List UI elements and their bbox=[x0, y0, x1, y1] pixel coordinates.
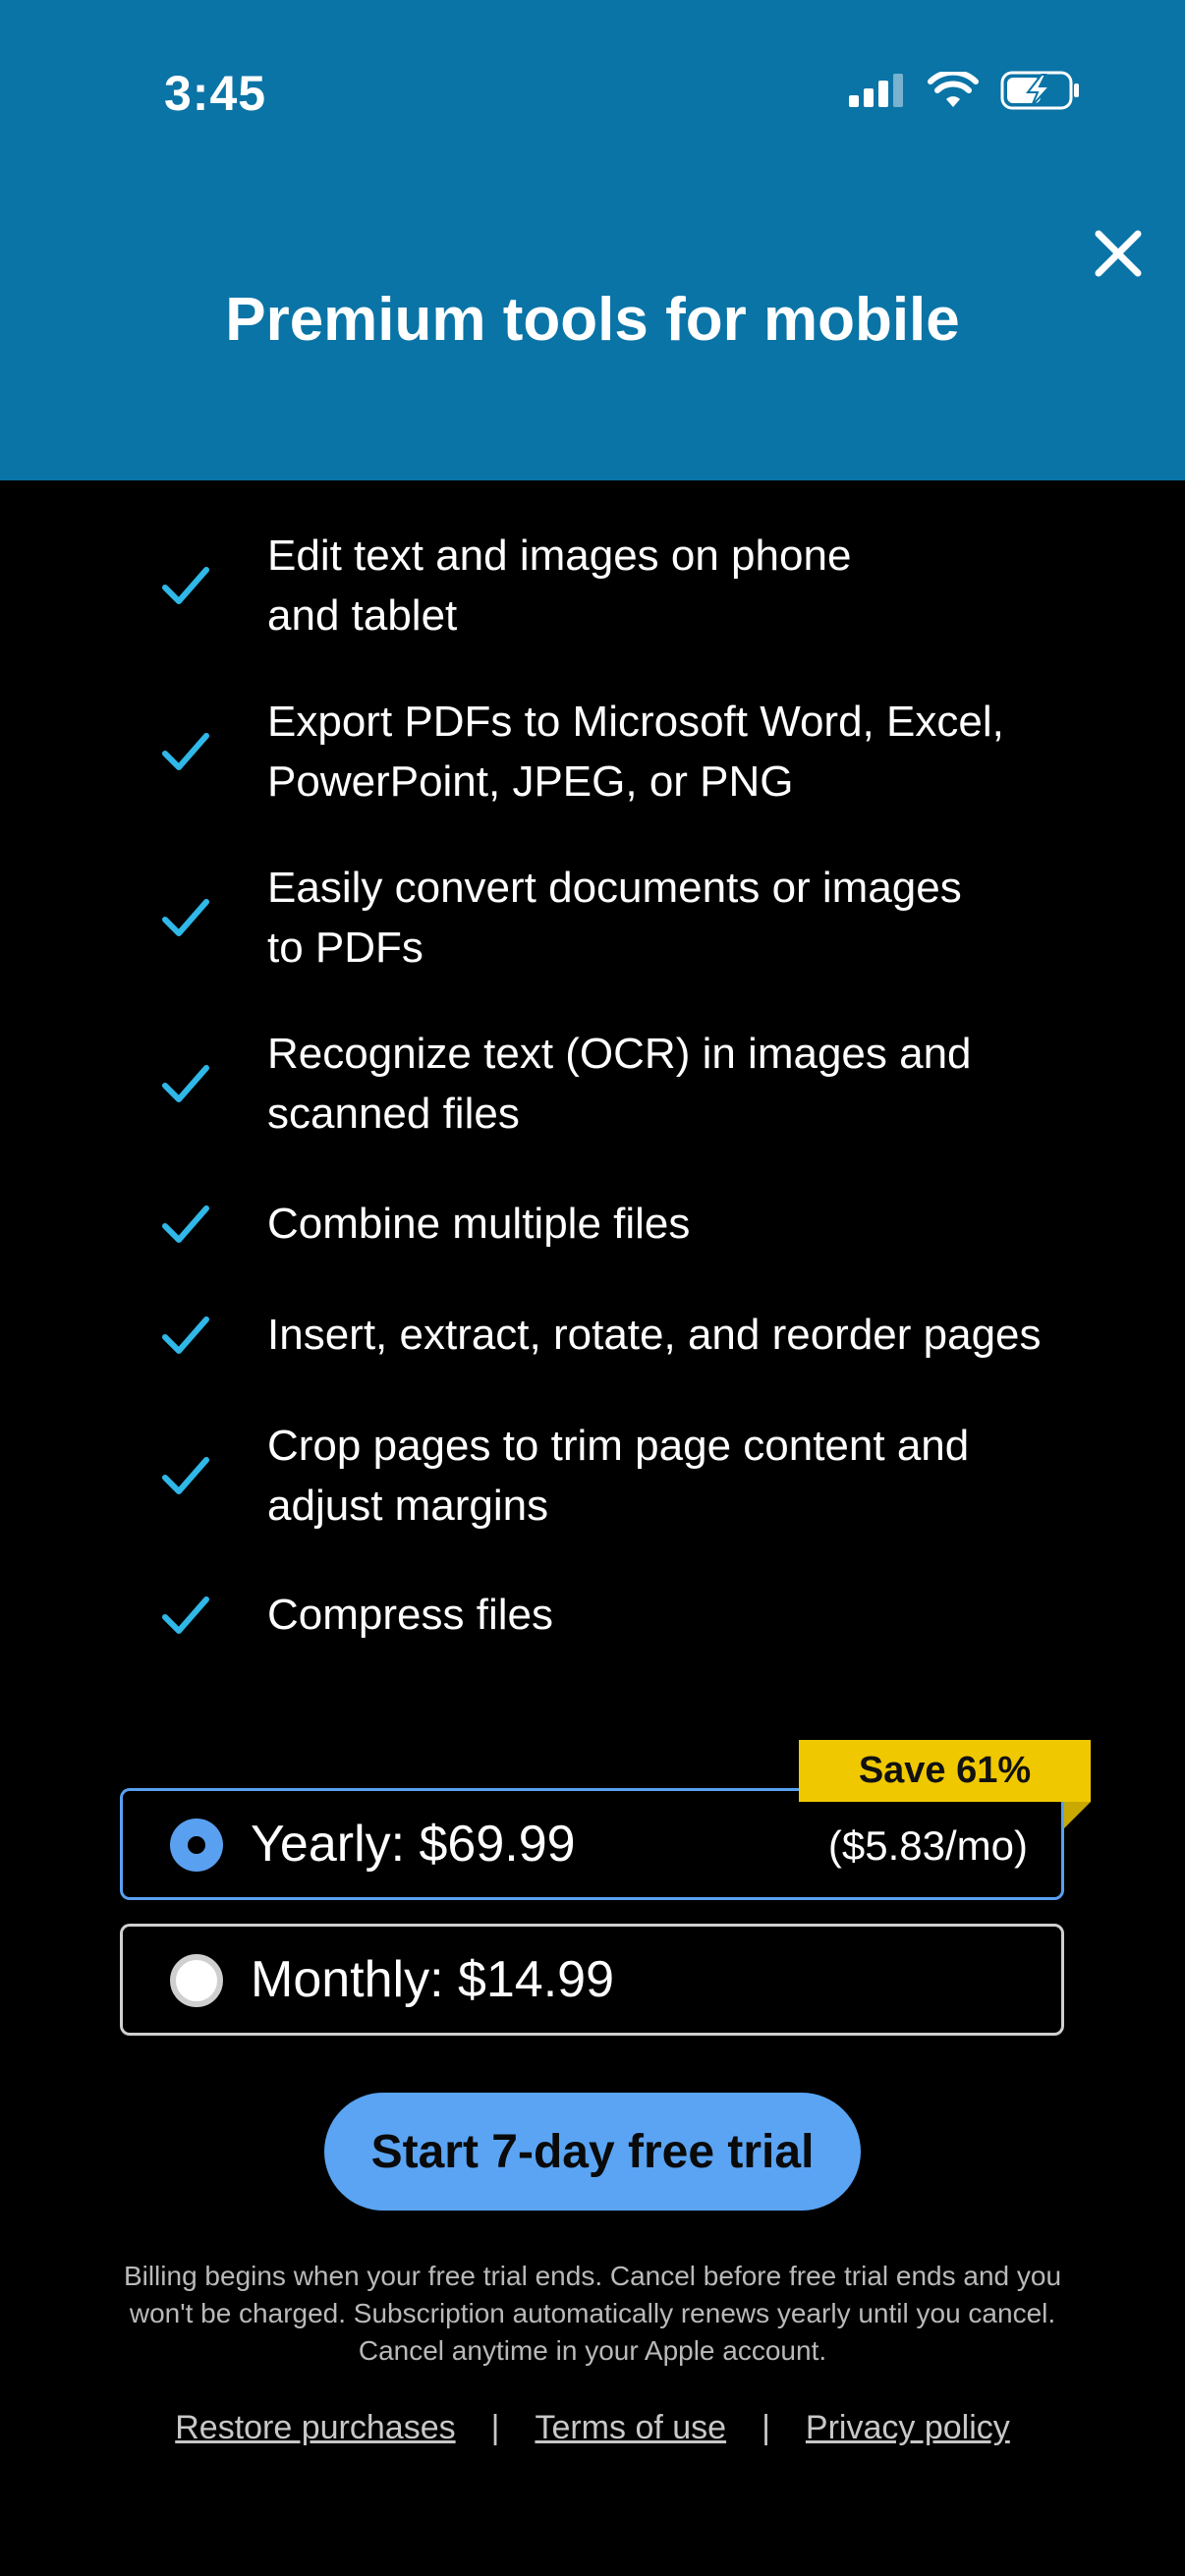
checkmark-icon bbox=[162, 1316, 209, 1354]
feature-line: scanned files bbox=[267, 1090, 520, 1138]
checkmark-icon bbox=[162, 733, 209, 770]
feature-line: Edit text and images on phone bbox=[267, 532, 852, 580]
plan-option-monthly[interactable]: Monthly: $14.99 bbox=[120, 1924, 1064, 2036]
list-item: Insert, extract, rotate, and reorder pag… bbox=[157, 1305, 1061, 1365]
legal-text: Billing begins when your free trial ends… bbox=[118, 2258, 1067, 2370]
list-item: Combine multiple files bbox=[157, 1194, 1061, 1254]
feature-line: adjust margins bbox=[267, 1482, 549, 1530]
checkmark-icon bbox=[162, 567, 209, 604]
checkmark-icon bbox=[162, 1457, 209, 1494]
checkmark-icon bbox=[162, 1596, 209, 1634]
plan-monthly-equivalent: ($5.83/mo) bbox=[827, 1822, 1028, 1869]
feature-line: Export PDFs to Microsoft Word, Excel, bbox=[267, 698, 1004, 746]
terms-of-use-link[interactable]: Terms of use bbox=[535, 2409, 726, 2447]
feature-line: Easily convert documents or images bbox=[267, 864, 962, 912]
list-item: Easily convert documents or images to PDF… bbox=[157, 858, 1061, 978]
legal-line: won't be charged. Subscription automatic… bbox=[129, 2298, 1056, 2328]
feature-line: PowerPoint, JPEG, or PNG bbox=[267, 757, 794, 806]
close-icon bbox=[1095, 230, 1142, 277]
feature-line: Insert, extract, rotate, and reorder pag… bbox=[267, 1311, 1042, 1359]
feature-line: Recognize text (OCR) in images and bbox=[267, 1030, 972, 1078]
feature-line: and tablet bbox=[267, 591, 458, 640]
list-item: Export PDFs to Microsoft Word, Excel, Pow… bbox=[157, 692, 1061, 812]
restore-purchases-link[interactable]: Restore purchases bbox=[175, 2409, 455, 2447]
list-item: Compress files bbox=[157, 1585, 1061, 1645]
page-title: Premium tools for mobile bbox=[225, 286, 960, 354]
checkmark-icon bbox=[162, 1204, 209, 1243]
battery-charging-icon bbox=[1000, 71, 1079, 110]
link-separator: | bbox=[490, 2409, 500, 2446]
feature-line: to PDFs bbox=[267, 924, 423, 972]
feature-line: Crop pages to trim page content and bbox=[267, 1422, 970, 1470]
plan-label: Yearly: $69.99 bbox=[251, 1816, 576, 1873]
list-item: Recognize text (OCR) in images and scanne… bbox=[157, 1024, 1061, 1144]
badge-fold bbox=[1064, 1802, 1091, 1828]
feature-line: Compress files bbox=[267, 1591, 553, 1639]
radio-selected[interactable] bbox=[170, 1819, 223, 1872]
checkmark-icon bbox=[162, 1065, 209, 1102]
signal-icon bbox=[849, 74, 903, 107]
status-time: 3:45 bbox=[164, 66, 267, 121]
close-button[interactable] bbox=[1091, 226, 1146, 281]
checkmark-icon bbox=[162, 899, 209, 936]
legal-line: Billing begins when your free trial ends… bbox=[123, 2261, 1062, 2291]
save-badge: Save 61% bbox=[799, 1740, 1091, 1802]
legal-line: Cancel anytime in your Apple account. bbox=[358, 2335, 827, 2366]
footer-links: Restore purchases | Terms of use | Priva… bbox=[0, 2409, 1185, 2447]
list-item: Edit text and images on phone and tablet bbox=[157, 526, 1061, 645]
wifi-icon bbox=[928, 72, 979, 107]
header: 3:45 Premium tools for mobile bbox=[0, 0, 1185, 480]
plan-label: Monthly: $14.99 bbox=[251, 1951, 615, 2008]
plan-option-yearly[interactable]: Yearly: $69.99 ($5.83/mo) bbox=[120, 1788, 1064, 1900]
start-trial-button[interactable]: Start 7-day free trial bbox=[324, 2093, 861, 2211]
list-item: Crop pages to trim page content and adjus… bbox=[157, 1416, 1061, 1536]
link-separator: | bbox=[762, 2409, 770, 2446]
radio-unselected[interactable] bbox=[170, 1954, 223, 2007]
feature-line: Combine multiple files bbox=[267, 1200, 691, 1248]
status-icons bbox=[849, 71, 1081, 110]
privacy-policy-link[interactable]: Privacy policy bbox=[806, 2409, 1010, 2447]
